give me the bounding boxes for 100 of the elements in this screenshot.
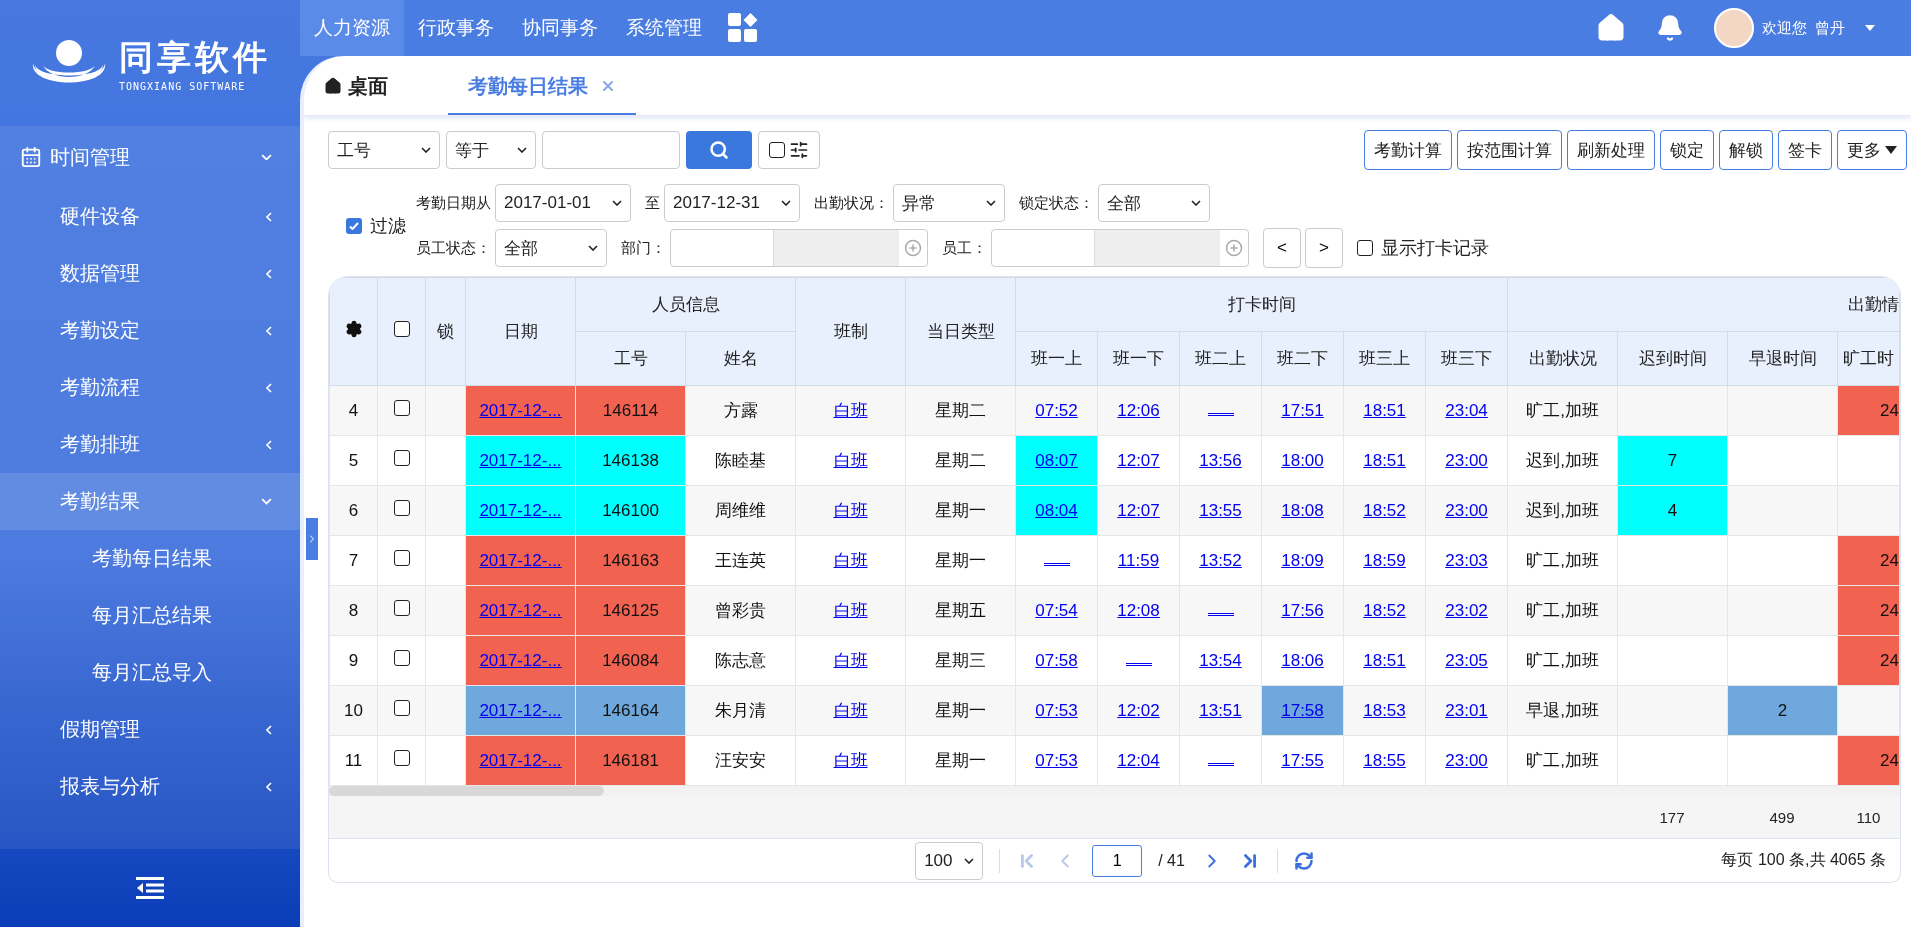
action-button[interactable]: 签卡 [1778, 130, 1832, 170]
previous-button[interactable]: < [1263, 228, 1301, 268]
column-header: 工号 [575, 331, 686, 386]
checkbox[interactable] [346, 218, 362, 234]
more-dropdown-button[interactable]: 更多 [1837, 130, 1907, 170]
sidebar-item[interactable]: 时间管理 [0, 126, 300, 188]
expand-panel-handle[interactable] [306, 518, 318, 560]
column-header: 旷工时 [1837, 331, 1900, 386]
checkbox[interactable] [393, 450, 410, 466]
sidebar-item[interactable]: 假期管理 [0, 701, 300, 758]
chevron-left-icon [266, 325, 272, 336]
page-size-select[interactable]: 100 [915, 841, 984, 880]
sidebar-item[interactable]: 考勤设定 [0, 302, 300, 359]
column-header: 班三下 [1425, 331, 1508, 386]
sidebar-item[interactable]: 报表与分析 [0, 758, 300, 815]
calendar-icon [20, 146, 42, 168]
tab[interactable]: 桌面 [324, 59, 408, 115]
action-button[interactable]: 按范围计算 [1457, 130, 1562, 170]
caret-icon[interactable] [1865, 25, 1875, 31]
action-button[interactable]: 刷新处理 [1567, 130, 1655, 170]
refresh-button[interactable] [1293, 850, 1314, 871]
tab[interactable]: 考勤每日结果 [448, 59, 636, 115]
checkbox[interactable] [393, 750, 410, 766]
checkbox[interactable] [393, 600, 410, 616]
checkbox[interactable] [393, 700, 410, 716]
scrollbar-thumb[interactable] [329, 786, 604, 796]
chevron-left-icon [266, 781, 272, 792]
picker-field[interactable] [991, 229, 1249, 267]
nav-menu-item[interactable]: 系统管理 [612, 0, 716, 56]
shift-link[interactable]: 白班 [833, 551, 868, 570]
sidebar-item[interactable]: 数据管理 [0, 245, 300, 302]
options-toggle-button[interactable] [758, 131, 820, 169]
table-cell: 旷工,加班 [1507, 585, 1618, 636]
select-field[interactable]: 2017-12-31 [664, 184, 800, 222]
row-number: 10 [329, 685, 378, 736]
select-field[interactable]: 2017-01-01 [495, 184, 631, 222]
user-name[interactable]: 曾丹 [1815, 18, 1845, 38]
row-number: 8 [329, 585, 378, 636]
notification-bell-icon[interactable] [1656, 14, 1684, 42]
table-cell: 星期一 [905, 685, 1016, 736]
sidebar-item[interactable]: 考勤排班 [0, 416, 300, 473]
logo-subtitle: TONGXIANG SOFTWARE [119, 80, 247, 92]
chevron-down-icon [261, 498, 272, 505]
checkbox[interactable] [393, 550, 410, 566]
select-field[interactable]: 全部 [1098, 184, 1210, 222]
next-button[interactable]: > [1305, 228, 1343, 268]
select-field[interactable]: 异常 [893, 184, 1005, 222]
close-icon[interactable] [600, 78, 616, 94]
column-group-header: 人员信息 [575, 277, 796, 332]
row-number: 9 [329, 635, 378, 686]
column-header: 班制 [795, 277, 906, 386]
sidebar-item[interactable]: 考勤每日结果 [0, 530, 300, 587]
action-button[interactable]: 考勤计算 [1364, 130, 1452, 170]
checkbox[interactable] [393, 321, 410, 337]
avatar-placeholder[interactable] [1714, 8, 1754, 48]
checkbox[interactable] [393, 650, 410, 666]
picker-field[interactable] [670, 229, 928, 267]
checkbox[interactable] [1357, 240, 1373, 256]
chevron-left-icon [266, 724, 272, 735]
nav-menu-item[interactable]: 行政事务 [404, 0, 508, 56]
column-header: 迟到时间 [1617, 331, 1728, 386]
search-button[interactable] [686, 131, 752, 169]
home-icon[interactable] [1596, 13, 1626, 43]
table-cell: 星期三 [905, 635, 1016, 686]
checkbox[interactable] [393, 400, 410, 416]
table-cell: 24 [1837, 735, 1900, 786]
field-label: 锁定状态： [1019, 193, 1094, 213]
shift-link[interactable]: 白班 [833, 701, 868, 720]
action-button[interactable]: 解锁 [1719, 130, 1773, 170]
action-button[interactable]: 锁定 [1660, 130, 1714, 170]
table-cell: 24 [1837, 635, 1900, 686]
shift-link[interactable]: 白班 [833, 751, 868, 770]
shift-link[interactable]: 白班 [833, 451, 868, 470]
field-label: 至 [645, 193, 660, 213]
sidebar-item[interactable]: 硬件设备 [0, 188, 300, 245]
field-select[interactable]: 工号 [328, 131, 440, 169]
chevron-left-icon [266, 382, 272, 393]
table-cell: 周维维 [685, 485, 796, 536]
select-field[interactable]: 全部 [495, 229, 607, 267]
field-label: 考勤日期从 [416, 193, 491, 213]
sidebar-item[interactable]: 考勤流程 [0, 359, 300, 416]
search-input[interactable] [542, 131, 680, 169]
table-cell: 星期一 [905, 485, 1016, 536]
shift-link[interactable]: 白班 [833, 501, 868, 520]
operator-select[interactable]: 等于 [446, 131, 536, 169]
app-grid-icon[interactable] [728, 13, 758, 43]
summary-value: 177 [1617, 796, 1727, 838]
sidebar-item[interactable]: 每月汇总导入 [0, 644, 300, 701]
collapse-menu-icon[interactable] [136, 877, 164, 899]
shift-link[interactable]: 白班 [833, 651, 868, 670]
table-cell: 146125 [575, 585, 686, 636]
nav-menu-item[interactable]: 协同事务 [508, 0, 612, 56]
chevron-down-icon [964, 857, 975, 864]
page-input[interactable]: 1 [1092, 844, 1143, 877]
shift-link[interactable]: 白班 [833, 401, 868, 420]
checkbox[interactable] [393, 500, 410, 516]
shift-link[interactable]: 白班 [833, 601, 868, 620]
sidebar-item[interactable]: 每月汇总结果 [0, 587, 300, 644]
chevron-down-icon [612, 200, 622, 206]
checkbox-label: 显示打卡记录 [1381, 237, 1489, 260]
